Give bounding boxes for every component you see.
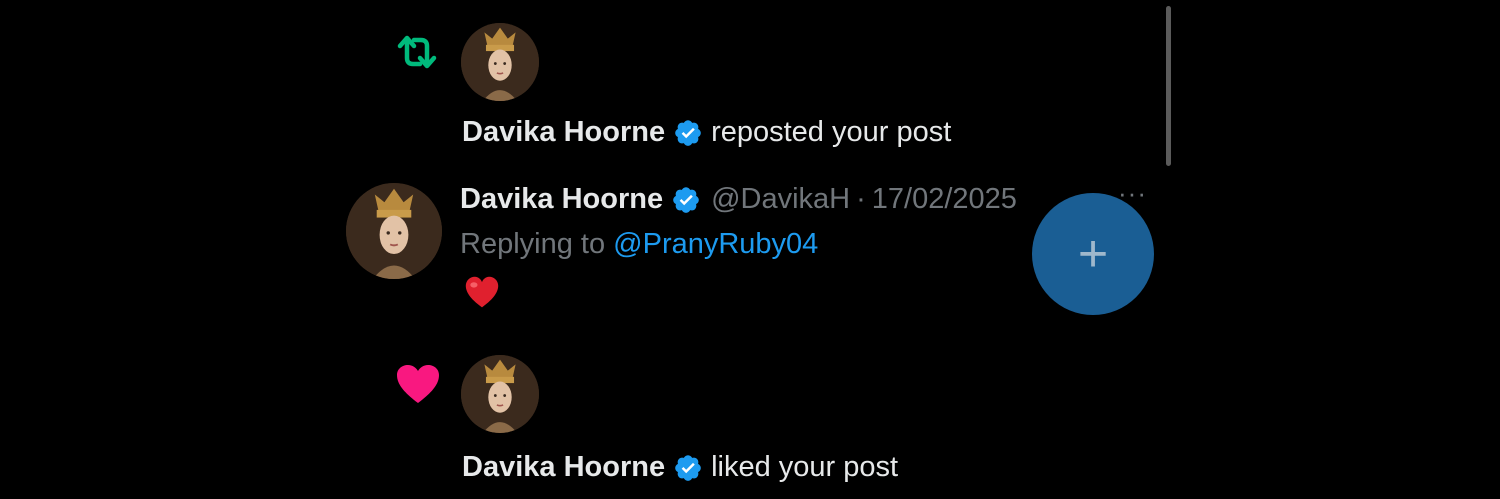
mention-link[interactable]: @PranyRuby04 (613, 228, 818, 260)
verified-badge-icon (671, 185, 701, 215)
action-text: reposted your post (711, 116, 952, 148)
avatar[interactable] (346, 183, 442, 279)
avatar[interactable] (461, 23, 539, 101)
separator: · (856, 183, 866, 215)
post-date[interactable]: 17/02/2025 (872, 183, 1017, 216)
verified-badge-icon (673, 118, 703, 148)
repost-icon (392, 32, 442, 72)
action-text: liked your post (711, 451, 899, 483)
avatar[interactable] (461, 355, 539, 433)
reply-content: ❤️ (464, 275, 504, 315)
user-handle[interactable]: @DavikaH (711, 183, 850, 216)
repost-notification[interactable]: Davika Hoorne reposted your post (380, 10, 1160, 170)
scrollbar[interactable] (1166, 6, 1171, 166)
verified-badge-icon (673, 453, 703, 483)
reply-header: Davika Hoorne @DavikaH · 17/02/2025 (460, 183, 1017, 216)
compose-button[interactable]: + (1032, 193, 1154, 315)
user-name[interactable]: Davika Hoorne (462, 451, 665, 484)
repost-text: Davika Hoorne reposted your post (462, 116, 951, 149)
replying-to-line: Replying to @PranyRuby04 (460, 228, 818, 261)
red-heart-emoji-icon (465, 276, 499, 308)
plus-icon: + (1077, 225, 1109, 283)
user-name[interactable]: Davika Hoorne (460, 183, 663, 216)
replying-prefix: Replying to (460, 228, 606, 260)
like-notification[interactable]: Davika Hoorne liked your post (380, 345, 1160, 495)
heart-icon (395, 363, 441, 405)
like-text: Davika Hoorne liked your post (462, 451, 898, 484)
user-name[interactable]: Davika Hoorne (462, 116, 665, 149)
